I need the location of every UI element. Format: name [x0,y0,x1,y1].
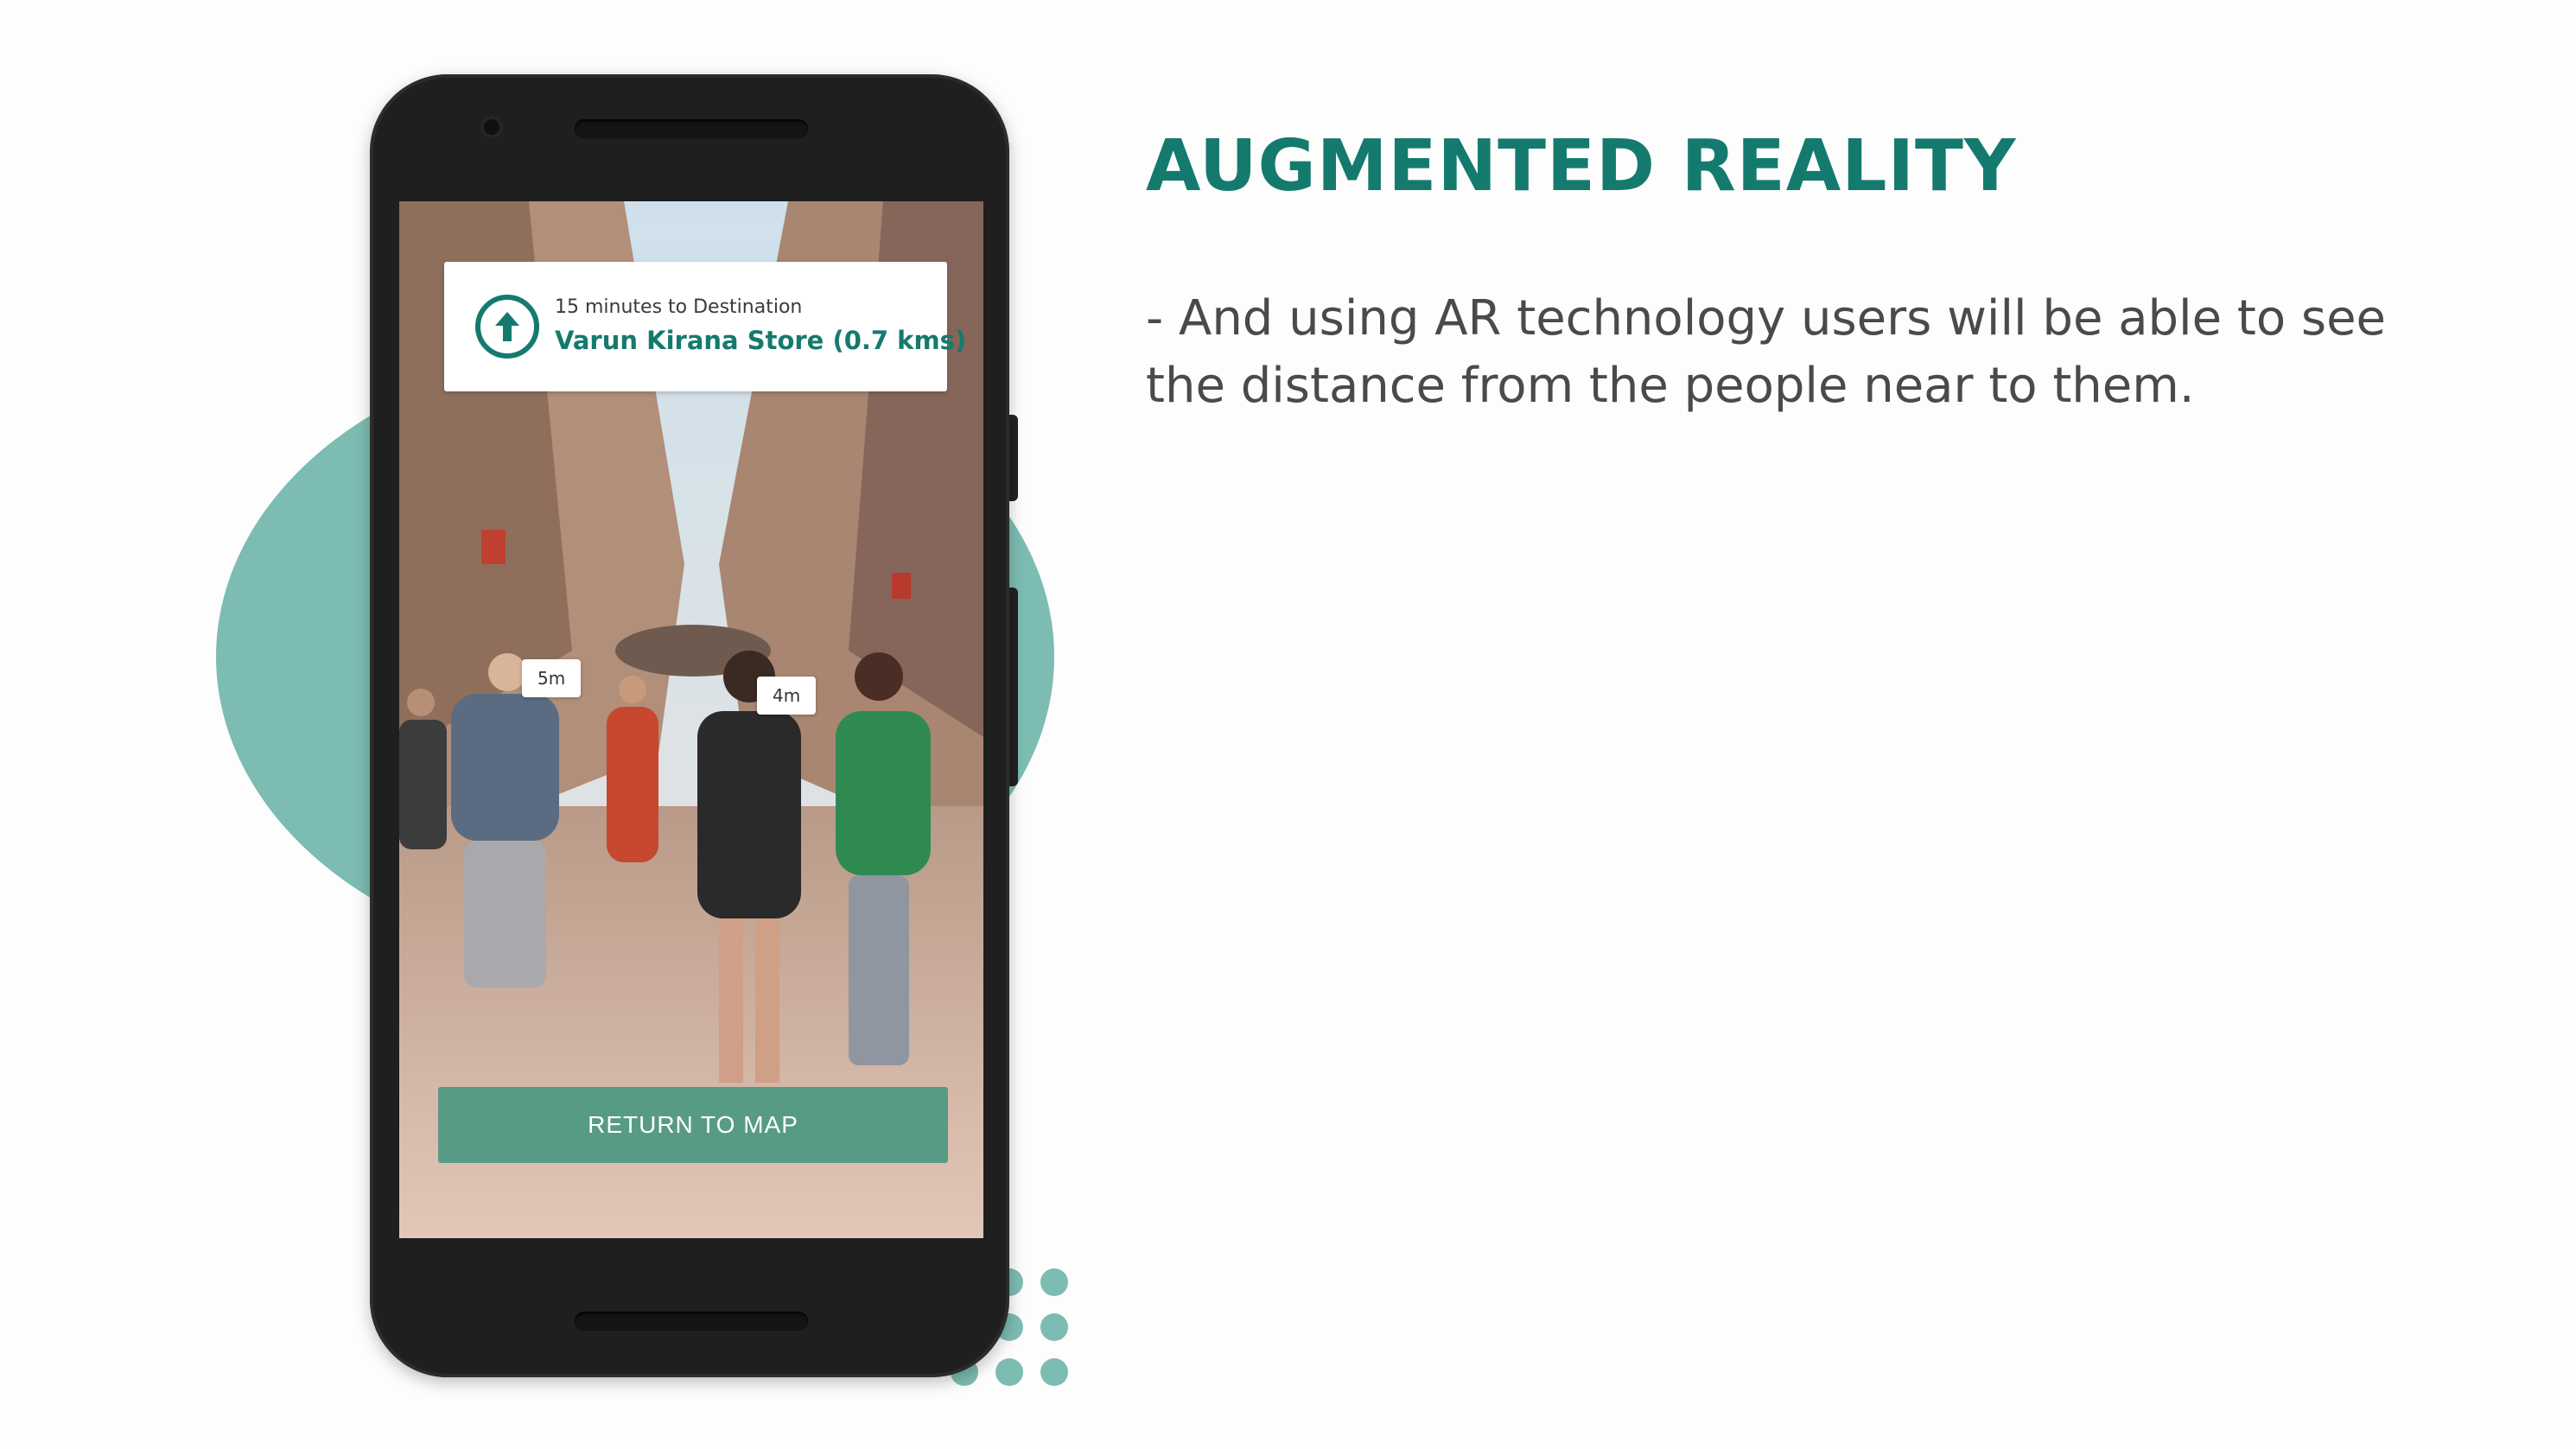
ar-camera-view[interactable]: 15 minutes to Destination Varun Kirana S… [399,201,983,1238]
arrow-up-icon [475,295,539,359]
phone-camera [480,116,503,138]
distance-tag-person-1[interactable]: 5m [522,659,582,697]
slide-heading: AUGMENTED REALITY [1146,125,2017,207]
distance-tag-person-2[interactable]: 4m [757,677,817,715]
eta-text: 15 minutes to Destination [555,296,803,318]
navigation-card[interactable]: 15 minutes to Destination Varun Kirana S… [444,262,966,391]
return-to-map-button[interactable]: RETURN TO MAP [438,1087,948,1163]
phone-bottom-speaker [575,1312,808,1331]
slide-body-text: - And using AR technology users will be … [1146,290,2386,414]
phone-mockup: 15 minutes to Destination Varun Kirana S… [370,74,1009,1377]
phone-speaker [575,119,808,138]
destination-name: Varun Kirana Store (0.7 kms) [555,326,967,355]
